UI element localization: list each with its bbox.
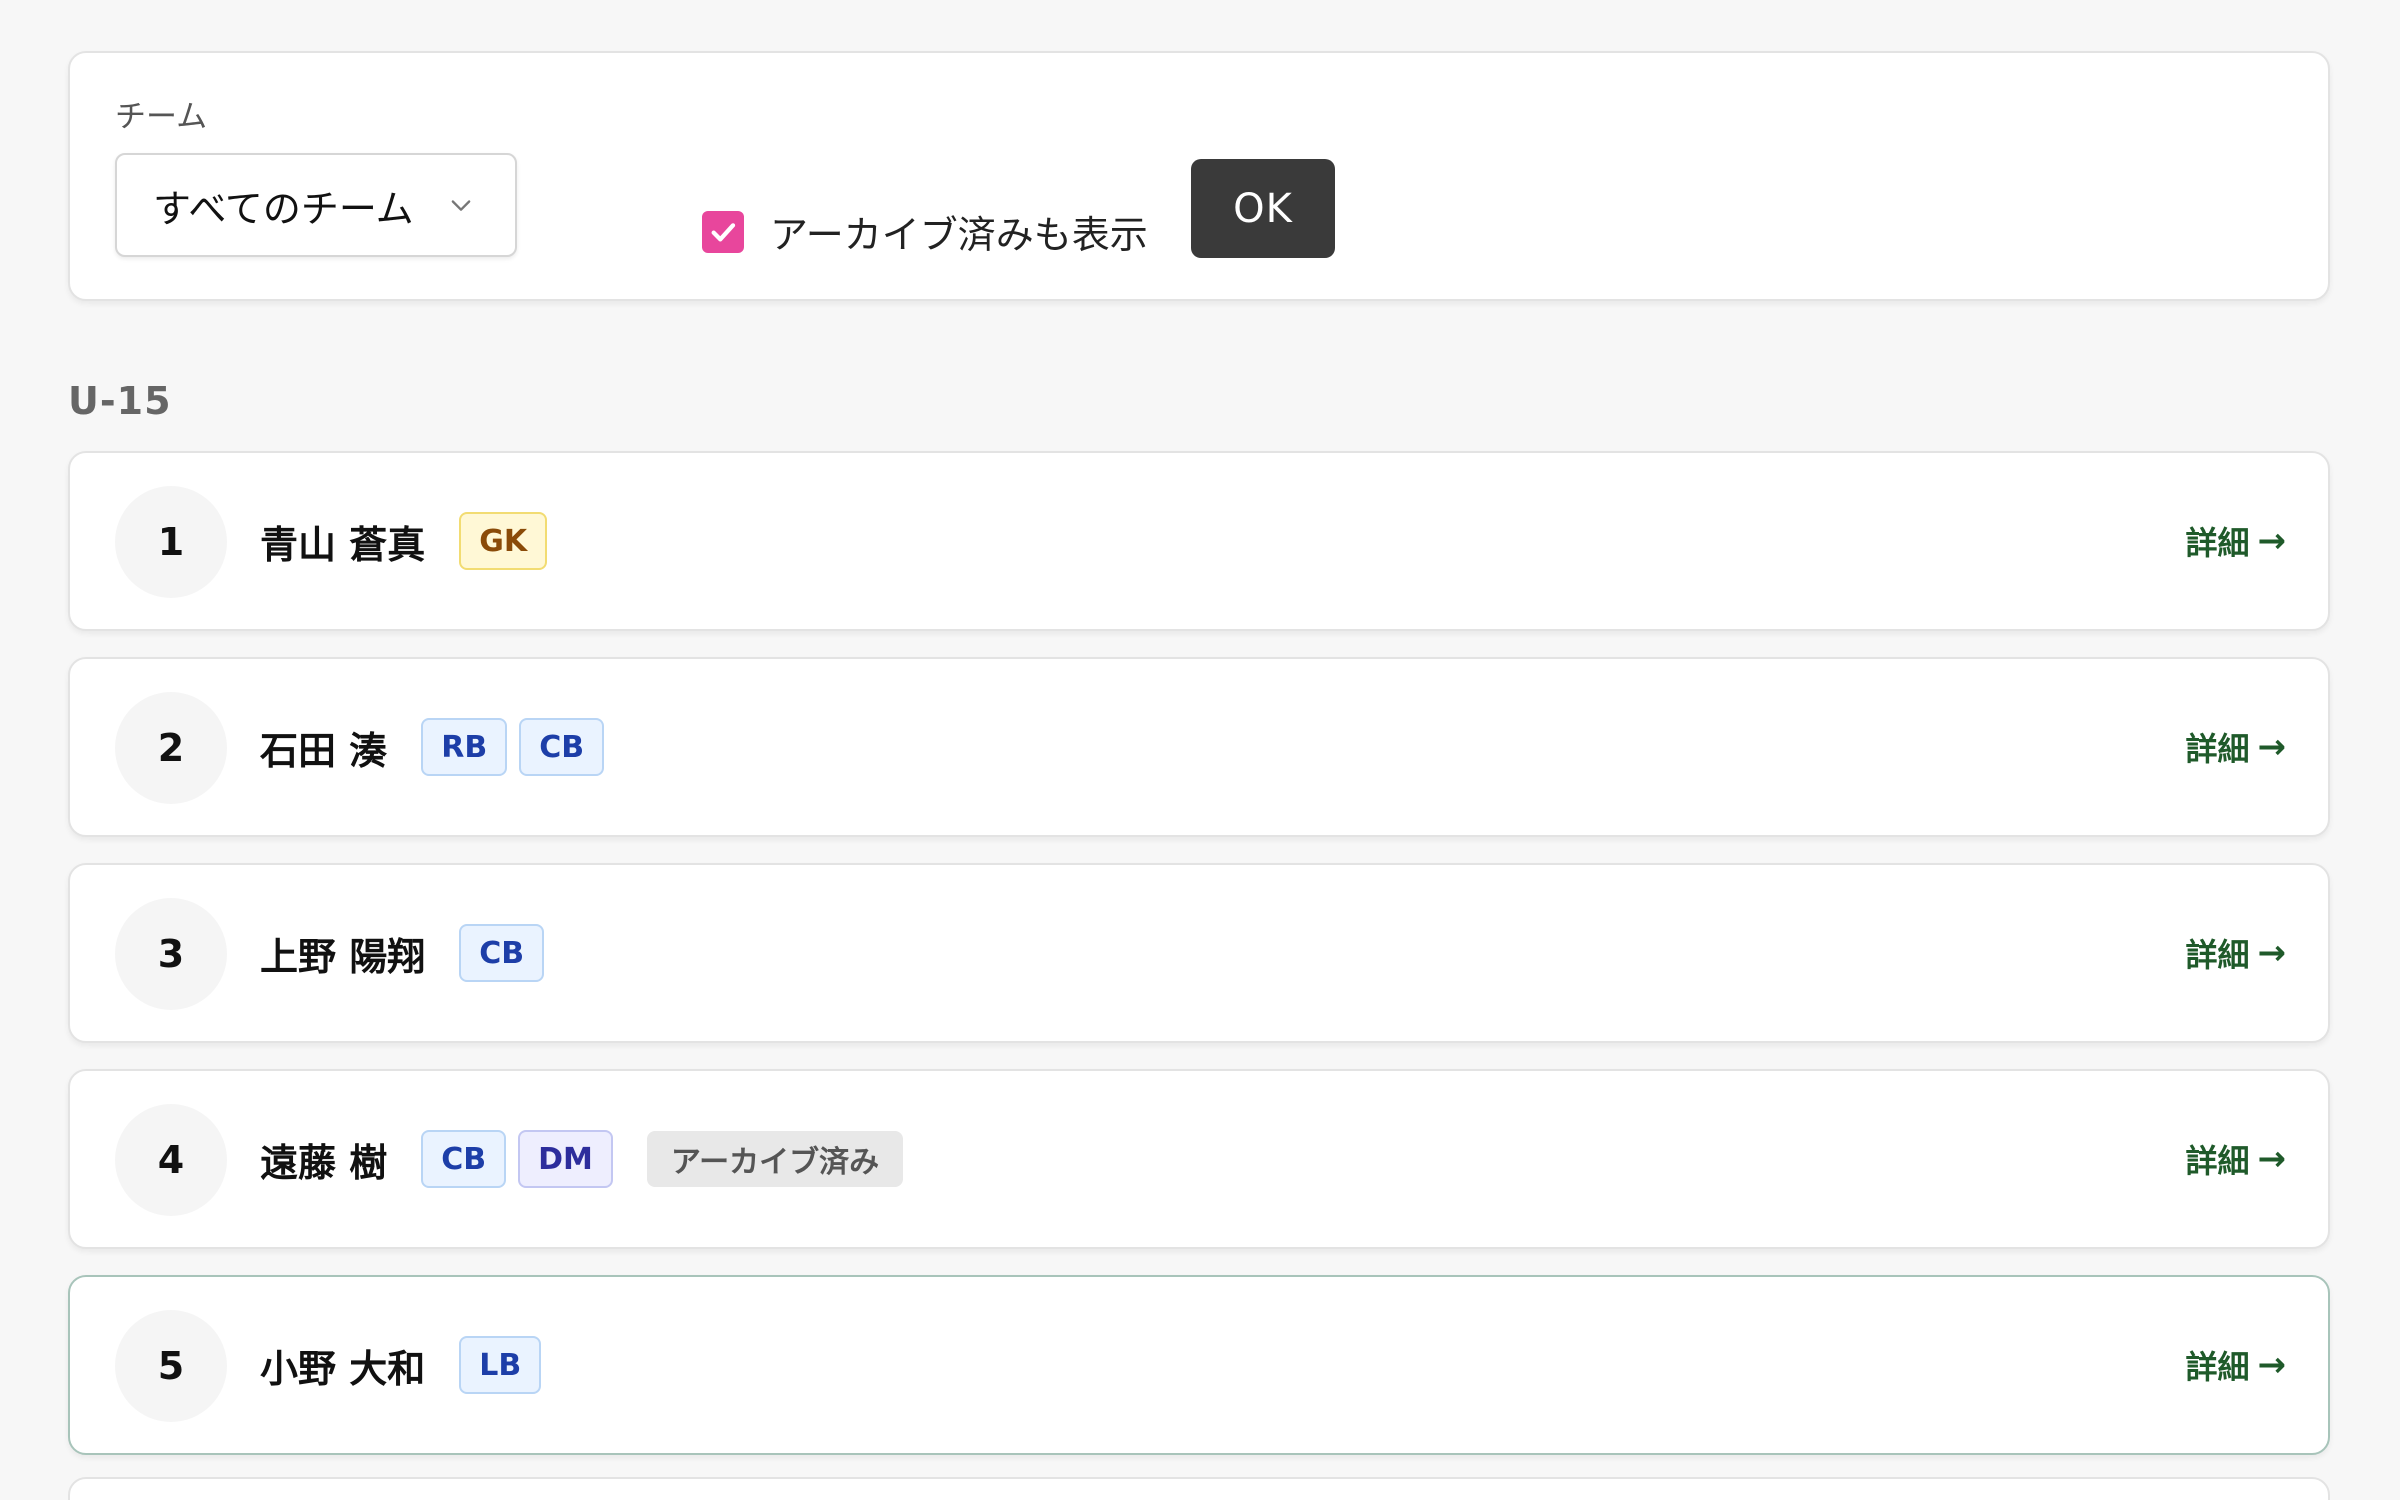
position-badge: LB bbox=[459, 1336, 542, 1394]
detail-link-label: 詳細 bbox=[2185, 730, 2250, 768]
position-badge: CB bbox=[519, 718, 605, 776]
detail-link[interactable]: 詳細 → bbox=[2185, 1277, 2286, 1453]
player-name: 青山 蒼真 bbox=[260, 522, 426, 567]
position-badge: DM bbox=[518, 1130, 613, 1188]
player-card-partial[interactable] bbox=[68, 1477, 2330, 1500]
detail-link[interactable]: 詳細 → bbox=[2185, 1071, 2286, 1247]
check-icon bbox=[711, 222, 736, 241]
team-select[interactable]: すべてのチーム bbox=[115, 153, 517, 257]
player-number: 5 bbox=[115, 1310, 227, 1422]
arrow-right-icon: → bbox=[2257, 521, 2287, 561]
page: チーム すべてのチーム アーカイブ済みも表示 OK U-15 1 青山 蒼真 GK 詳… bbox=[0, 0, 2400, 1500]
player-info: 石田 湊 RB CB bbox=[260, 659, 616, 835]
arrow-right-icon: → bbox=[2257, 933, 2287, 973]
arrow-right-icon: → bbox=[2257, 1139, 2287, 1179]
player-info: 上野 陽翔 CB bbox=[260, 865, 556, 1041]
group-title: U-15 bbox=[68, 379, 172, 423]
arrow-right-icon: → bbox=[2257, 727, 2287, 767]
player-name: 小野 大和 bbox=[260, 1346, 426, 1391]
detail-link-label: 詳細 bbox=[2185, 936, 2250, 974]
player-info: 小野 大和 LB bbox=[260, 1277, 553, 1453]
player-name: 上野 陽翔 bbox=[260, 934, 426, 979]
filter-card: チーム すべてのチーム アーカイブ済みも表示 OK bbox=[68, 51, 2330, 301]
player-card[interactable]: 2 石田 湊 RB CB 詳細 → bbox=[68, 657, 2330, 837]
arrow-right-icon: → bbox=[2257, 1345, 2287, 1385]
ok-button[interactable]: OK bbox=[1191, 159, 1335, 258]
show-archived-checkbox[interactable] bbox=[702, 210, 744, 253]
player-name: 石田 湊 bbox=[260, 728, 388, 773]
player-number: 1 bbox=[115, 486, 227, 598]
player-number: 4 bbox=[115, 1104, 227, 1216]
player-info: 遠藤 樹 CB DM アーカイブ済み bbox=[260, 1071, 904, 1247]
show-archived-toggle[interactable]: アーカイブ済みも表示 bbox=[702, 204, 1148, 259]
show-archived-label: アーカイブ済みも表示 bbox=[770, 213, 1148, 257]
position-badge: GK bbox=[459, 512, 548, 570]
archived-badge: アーカイブ済み bbox=[646, 1131, 904, 1187]
detail-link[interactable]: 詳細 → bbox=[2185, 659, 2286, 835]
player-card[interactable]: 5 小野 大和 LB 詳細 → bbox=[68, 1275, 2330, 1455]
player-card[interactable]: 1 青山 蒼真 GK 詳細 → bbox=[68, 451, 2330, 631]
detail-link[interactable]: 詳細 → bbox=[2185, 453, 2286, 629]
position-badge: CB bbox=[421, 1130, 507, 1188]
team-filter-label: チーム bbox=[115, 99, 208, 135]
team-select-value: すべてのチーム bbox=[153, 186, 414, 231]
player-list: 1 青山 蒼真 GK 詳細 → 2 石田 湊 RB CB 詳細 → 3 上野 陽翔 CB 詳細 → 4 遠藤 樹C… bbox=[68, 451, 2330, 1481]
player-name: 遠藤 樹 bbox=[260, 1140, 388, 1185]
player-info: 青山 蒼真 GK bbox=[260, 453, 559, 629]
detail-link-label: 詳細 bbox=[2185, 524, 2250, 562]
chevron-down-icon bbox=[451, 200, 471, 211]
position-badge: CB bbox=[459, 924, 545, 982]
player-number: 3 bbox=[115, 898, 227, 1010]
player-card[interactable]: 4 遠藤 樹 CB DM アーカイブ済み 詳細 → bbox=[68, 1069, 2330, 1249]
detail-link-label: 詳細 bbox=[2185, 1348, 2250, 1386]
position-badge: RB bbox=[421, 718, 508, 776]
detail-link[interactable]: 詳細 → bbox=[2185, 865, 2286, 1041]
detail-link-label: 詳細 bbox=[2185, 1142, 2250, 1180]
player-card[interactable]: 3 上野 陽翔 CB 詳細 → bbox=[68, 863, 2330, 1043]
player-number: 2 bbox=[115, 692, 227, 804]
